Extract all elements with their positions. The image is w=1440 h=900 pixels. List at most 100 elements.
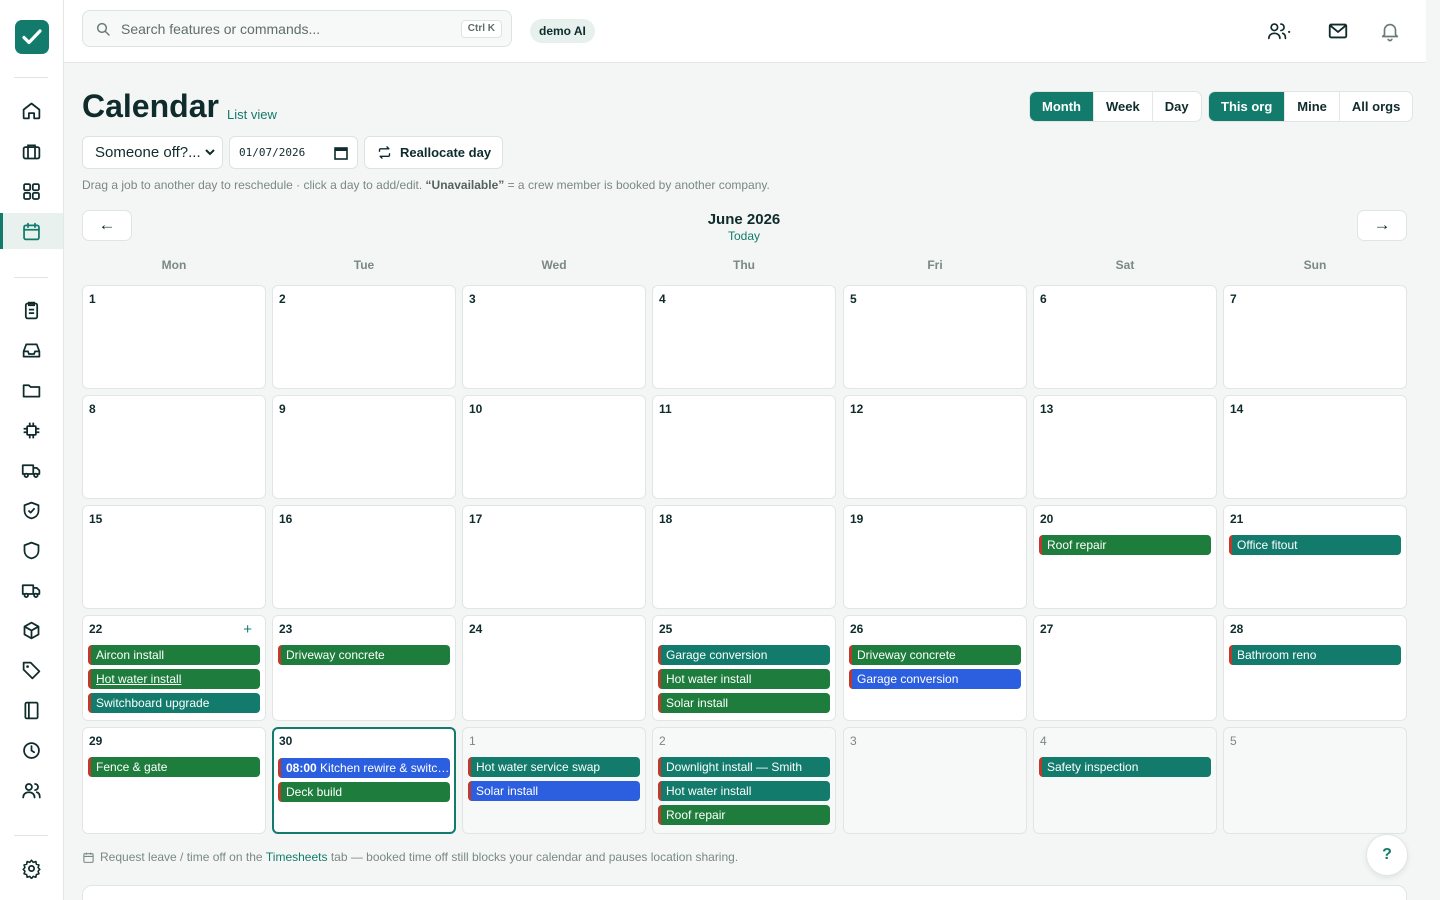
day-cell[interactable]: 12	[843, 395, 1027, 499]
day-cell[interactable]: 1	[82, 285, 266, 389]
calendar-event[interactable]: Roof repair	[658, 805, 830, 825]
calendar-event[interactable]: Hot water service swap	[468, 757, 640, 777]
messages-button[interactable]	[1326, 19, 1350, 43]
app-logo[interactable]	[15, 20, 49, 54]
scope-all-orgs-button[interactable]: All orgs	[1338, 92, 1412, 121]
reallocate-day-button[interactable]: Reallocate day	[364, 136, 503, 169]
org-badge[interactable]: demo AI	[530, 19, 595, 43]
day-cell-today[interactable]: 30 08:00 Kitchen rewire & switchboard Deck…	[272, 727, 456, 834]
help-button[interactable]: ?	[1366, 834, 1408, 876]
calendar-event[interactable]: Solar install	[468, 781, 640, 801]
calendar-event[interactable]: Hot water install	[658, 669, 830, 689]
calendar-event[interactable]: Driveway concrete	[849, 645, 1021, 665]
day-cell[interactable]: 6	[1033, 285, 1217, 389]
day-cell[interactable]: 2 Downlight install — Smith Hot water inst…	[652, 727, 836, 834]
today-link[interactable]: Today	[644, 229, 844, 243]
calendar-event[interactable]: Office fitout	[1229, 535, 1401, 555]
scope-mine-button[interactable]: Mine	[1284, 92, 1339, 121]
add-job-button[interactable]: +	[243, 621, 252, 638]
day-cell[interactable]: 10	[462, 395, 646, 499]
nav-docs[interactable]	[0, 692, 63, 728]
day-cell[interactable]: 2	[272, 285, 456, 389]
calendar-event[interactable]: Switchboard upgrade	[88, 693, 260, 713]
day-cell[interactable]: 8	[82, 395, 266, 499]
day-cell[interactable]: 3	[843, 727, 1027, 834]
event-title: Aircon install	[96, 648, 165, 662]
event-title: Office fitout	[1237, 538, 1298, 552]
calendar-event[interactable]: Driveway concrete	[278, 645, 450, 665]
nav-inventory[interactable]	[0, 612, 63, 648]
timesheets-link[interactable]: Timesheets	[266, 850, 328, 864]
day-cell[interactable]: 29 Fence & gate	[82, 727, 266, 834]
calendar-event[interactable]: Solar install	[658, 693, 830, 713]
team-switcher-button[interactable]	[1267, 19, 1291, 43]
day-cell[interactable]: 25 Garage conversion Hot water install Sola…	[652, 615, 836, 721]
calendar-event[interactable]: Fence & gate	[88, 757, 260, 777]
nav-settings[interactable]	[0, 850, 63, 886]
calendar-picker-icon[interactable]	[334, 146, 348, 160]
calendar-event[interactable]: Garage conversion	[849, 669, 1021, 689]
view-week-button[interactable]: Week	[1092, 92, 1152, 121]
nav-jobs[interactable]	[0, 133, 63, 169]
day-cell[interactable]: 5	[843, 285, 1027, 389]
day-cell[interactable]: 28 Bathroom reno	[1223, 615, 1407, 721]
day-cell[interactable]: 3	[462, 285, 646, 389]
day-cell[interactable]: 13	[1033, 395, 1217, 499]
day-cell[interactable]: 9	[272, 395, 456, 499]
nav-calendar[interactable]	[0, 213, 63, 249]
nav-inbox[interactable]	[0, 332, 63, 368]
nav-fleet[interactable]	[0, 572, 63, 608]
nav-clipboard[interactable]	[0, 292, 63, 328]
view-day-button[interactable]: Day	[1151, 92, 1201, 121]
day-cell[interactable]: 26 Driveway concrete Garage conversion	[843, 615, 1027, 721]
next-month-button[interactable]: →	[1357, 210, 1407, 241]
calendar-event[interactable]: Garage conversion	[658, 645, 830, 665]
nav-dashboard[interactable]	[0, 173, 63, 209]
nav-compliance[interactable]	[0, 492, 63, 528]
day-cell[interactable]: 4	[652, 285, 836, 389]
view-month-button[interactable]: Month	[1030, 92, 1093, 121]
someone-off-select[interactable]: Someone off?...	[82, 136, 223, 169]
nav-timesheets[interactable]	[0, 732, 63, 768]
calendar-event[interactable]: Roof repair	[1039, 535, 1211, 555]
day-cell[interactable]: 17	[462, 505, 646, 609]
day-cell[interactable]: 18	[652, 505, 836, 609]
day-cell[interactable]: 1 Hot water service swap Solar install	[462, 727, 646, 834]
nav-home[interactable]	[0, 92, 63, 128]
day-cell[interactable]: 22 + Aircon install Hot water install Switch…	[82, 615, 266, 721]
day-cell[interactable]: 14	[1223, 395, 1407, 499]
nav-pricing[interactable]	[0, 652, 63, 688]
day-cell[interactable]: 7	[1223, 285, 1407, 389]
notifications-button[interactable]	[1378, 19, 1402, 43]
day-cell[interactable]: 21 Office fitout	[1223, 505, 1407, 609]
day-cell[interactable]: 24	[462, 615, 646, 721]
day-cell[interactable]: 20 Roof repair	[1033, 505, 1217, 609]
day-cell[interactable]: 23 Driveway concrete	[272, 615, 456, 721]
nav-safety[interactable]	[0, 532, 63, 568]
calendar-event[interactable]: Downlight install — Smith	[658, 757, 830, 777]
nav-team[interactable]	[0, 772, 63, 808]
nav-dispatch[interactable]	[0, 452, 63, 488]
calendar-event[interactable]: 08:00 Kitchen rewire & switchboard	[278, 758, 450, 778]
search-input[interactable]: Search features or commands... Ctrl K	[82, 10, 512, 47]
calendar-event[interactable]: Hot water install	[88, 669, 260, 689]
day-cell[interactable]: 16	[272, 505, 456, 609]
nav-files[interactable]	[0, 372, 63, 408]
calendar-event[interactable]: Deck build	[278, 782, 450, 802]
day-cell[interactable]: 4 Safety inspection	[1033, 727, 1217, 834]
scope-this-org-button[interactable]: This org	[1209, 92, 1285, 121]
calendar-event[interactable]: Bathroom reno	[1229, 645, 1401, 665]
day-cell[interactable]: 27	[1033, 615, 1217, 721]
day-cell[interactable]: 15	[82, 505, 266, 609]
list-view-link[interactable]: List view	[227, 107, 277, 122]
calendar-event[interactable]: Hot water install	[658, 781, 830, 801]
date-input[interactable]: 01/07/2026	[229, 136, 358, 169]
day-cell[interactable]: 11	[652, 395, 836, 499]
calendar-event[interactable]: Safety inspection	[1039, 757, 1211, 777]
nav-integrations[interactable]	[0, 412, 63, 448]
calendar-event[interactable]: Aircon install	[88, 645, 260, 665]
prev-month-button[interactable]: ←	[82, 210, 132, 241]
day-cell[interactable]: 19	[843, 505, 1027, 609]
day-cell[interactable]: 5	[1223, 727, 1407, 834]
event-title: Bathroom reno	[1237, 648, 1317, 662]
